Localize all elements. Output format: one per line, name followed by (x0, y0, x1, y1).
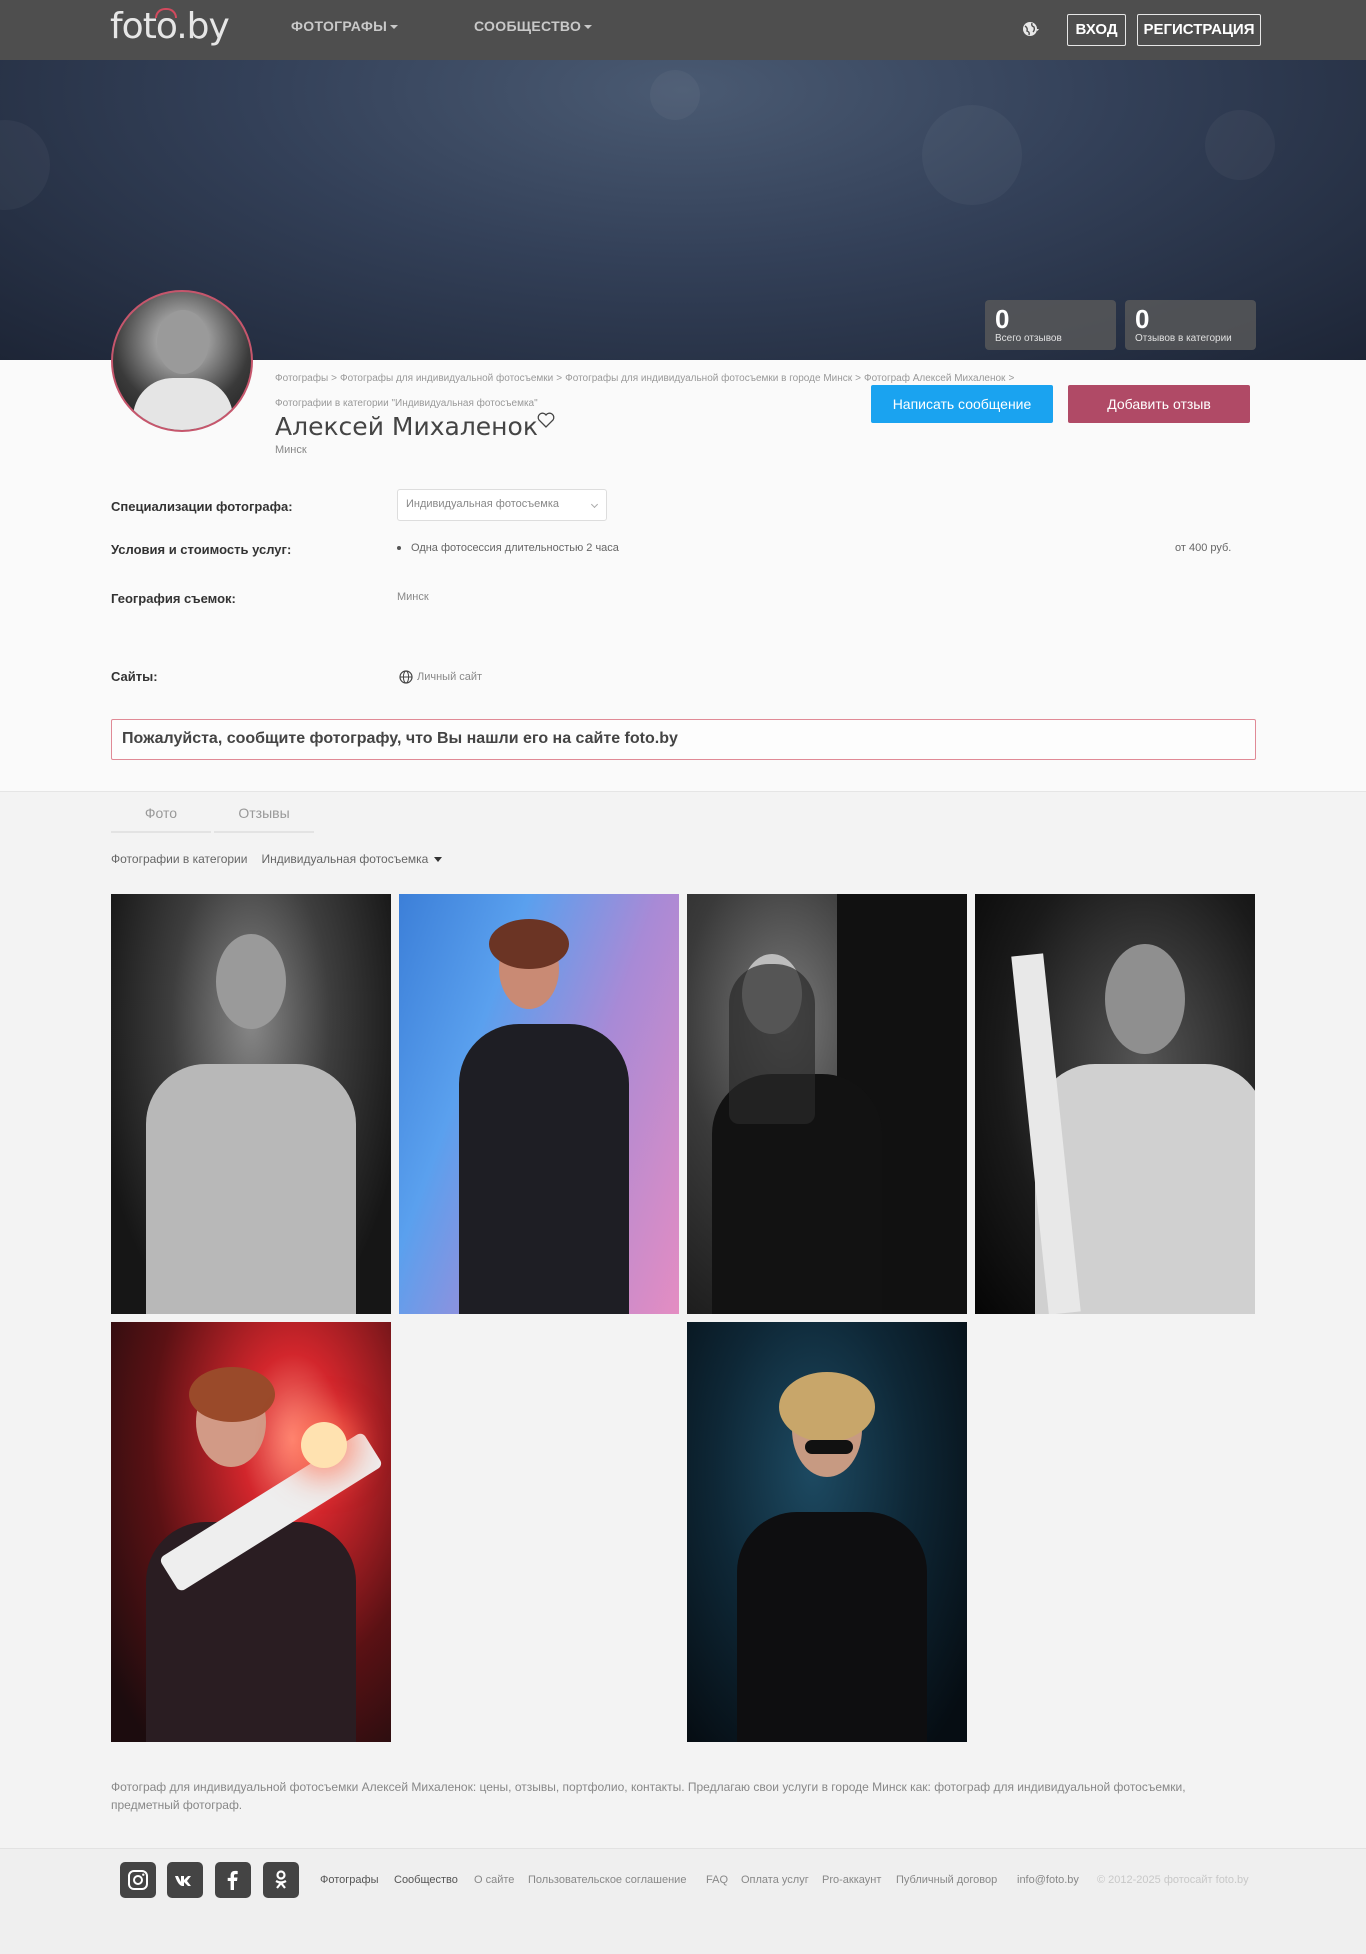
specialization-select[interactable]: Индивидуальная фотосъемка (397, 489, 607, 521)
stat-total-reviews-label: Всего отзывов (995, 333, 1062, 344)
facebook-icon[interactable] (215, 1862, 251, 1898)
chevron-down-icon (584, 25, 593, 30)
register-button[interactable]: РЕГИСТРАЦИЯ (1137, 14, 1261, 46)
footer-link-photographers[interactable]: Фотографы (320, 1874, 378, 1886)
photographer-name: Алексей Михаленок (275, 412, 538, 441)
globe-icon (399, 670, 413, 684)
category-filter-label: Фотографии в категории (111, 852, 248, 866)
top-navbar: foto.by ФОТОГРАФЫ СООБЩЕСТВО ВХОД РЕГИСТ… (0, 0, 1366, 60)
footer-link-about[interactable]: О сайте (474, 1874, 514, 1886)
stat-total-reviews-value: 0 (995, 304, 1010, 334)
service-item: Одна фотосессия длительностью 2 часа (397, 542, 619, 554)
avatar (111, 290, 253, 432)
odnoklassniki-icon[interactable] (263, 1862, 299, 1898)
sites-label: Сайты: (111, 669, 158, 684)
favorite-heart-icon[interactable] (537, 412, 555, 428)
breadcrumb-item[interactable]: Фотографы для индивидуальной фотосъемки … (565, 373, 852, 384)
instagram-icon[interactable] (120, 1862, 156, 1898)
stat-category-reviews-value: 0 (1135, 304, 1150, 334)
service-description: Одна фотосессия длительностью 2 часа (411, 542, 619, 554)
breadcrumb-item[interactable]: Фотографы (275, 373, 328, 384)
footer-link-user-agreement[interactable]: Пользовательское соглашение (528, 1874, 686, 1886)
geography-value: Минск (397, 591, 429, 603)
footer-link-public-contract[interactable]: Публичный договор (896, 1874, 997, 1886)
tab-photos[interactable]: Фото (111, 793, 211, 833)
specialization-select-value: Индивидуальная фотосъемка (406, 498, 559, 510)
footer-link-payment[interactable]: Оплата услуг (741, 1874, 809, 1886)
bullet-icon (397, 546, 401, 551)
chevron-down-icon (590, 500, 599, 509)
nav-photographers[interactable]: ФОТОГРАФЫ (291, 18, 399, 34)
breadcrumb-item[interactable]: Фотографы для индивидуальной фотосъемки (340, 373, 553, 384)
stat-category-reviews: 0 Отзывов в категории (1125, 300, 1256, 350)
footer-link-email[interactable]: info@foto.by (1017, 1874, 1079, 1886)
site-logo[interactable]: foto.by (110, 6, 230, 47)
footer-link-community[interactable]: Сообщество (394, 1874, 458, 1886)
nav-community-label[interactable]: СООБЩЕСТВО (474, 18, 581, 34)
breadcrumb-current: Фотографии в категории "Индивидуальная ф… (275, 398, 538, 409)
personal-site-link[interactable]: Личный сайт (399, 670, 482, 684)
footer-link-pro[interactable]: Pro-аккаунт (822, 1874, 881, 1886)
language-globe-icon[interactable] (1022, 20, 1040, 38)
chevron-down-icon[interactable] (434, 857, 443, 863)
seo-description: Фотограф для индивидуальной фотосъемки А… (111, 1780, 1186, 1812)
breadcrumb-item[interactable]: Фотограф Алексей Михаленок (864, 373, 1005, 384)
footer (0, 1848, 1366, 1954)
geography-label: География съемок: (111, 591, 236, 606)
portfolio-photo[interactable] (687, 1322, 967, 1742)
photographer-city: Минск (275, 444, 307, 456)
category-filter: Фотографии в категории Индивидуальная фот… (111, 852, 443, 866)
nav-photographers-label[interactable]: ФОТОГРАФЫ (291, 18, 387, 34)
nav-community[interactable]: СООБЩЕСТВО (474, 18, 593, 34)
portfolio-photo[interactable] (399, 894, 679, 1314)
chevron-down-icon (390, 25, 399, 30)
service-price: от 400 руб. (1175, 542, 1232, 554)
specializations-label: Специализации фотографа: (111, 499, 293, 514)
write-message-button[interactable]: Написать сообщение (871, 385, 1053, 423)
footer-link-faq[interactable]: FAQ (706, 1874, 728, 1886)
category-filter-dropdown[interactable]: Индивидуальная фотосъемка (261, 852, 428, 866)
footer-copyright: © 2012-2025 фотосайт foto.by (1097, 1874, 1249, 1886)
add-review-button[interactable]: Добавить отзыв (1068, 385, 1250, 423)
portfolio-photo[interactable] (687, 894, 967, 1314)
notice-banner: Пожалуйста, сообщите фотографу, что Вы н… (111, 719, 1256, 760)
portfolio-photo[interactable] (975, 894, 1255, 1314)
vk-icon[interactable] (167, 1862, 203, 1898)
portfolio-photo[interactable] (111, 1322, 391, 1742)
portfolio-photo[interactable] (111, 894, 391, 1314)
login-button[interactable]: ВХОД (1067, 14, 1126, 46)
stat-category-reviews-label: Отзывов в категории (1135, 333, 1232, 344)
personal-site-label[interactable]: Личный сайт (417, 671, 482, 683)
stat-total-reviews: 0 Всего отзывов (985, 300, 1116, 350)
terms-label: Условия и стоимость услуг: (111, 542, 292, 557)
tab-reviews[interactable]: Отзывы (214, 793, 314, 833)
